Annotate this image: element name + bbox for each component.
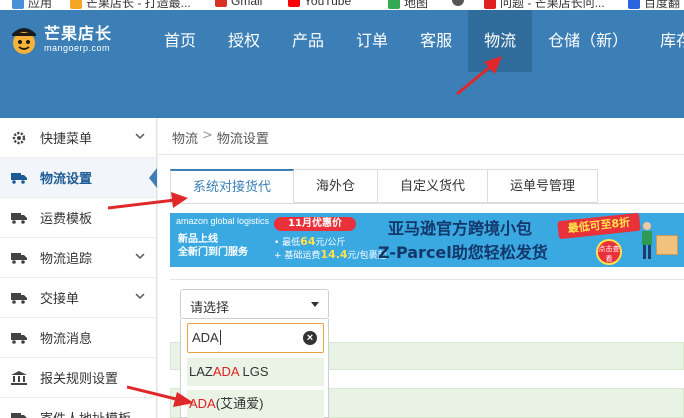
banner-promo-tag: 11月优惠价: [274, 217, 356, 231]
sidebar-item-shipping-template[interactable]: 运费模板: [0, 198, 156, 238]
sidebar-item-label: 报关规则设置: [40, 372, 119, 387]
bookmark-maps[interactable]: 地图: [388, 0, 428, 10]
sidebar-item-logistics-messages[interactable]: 物流消息: [0, 318, 156, 358]
tab-overseas-warehouse[interactable]: 海外仓: [294, 169, 379, 203]
text-cursor: [219, 330, 221, 345]
clear-icon[interactable]: ×: [303, 331, 317, 345]
nav-logistics[interactable]: 物流: [468, 10, 533, 72]
courier-illustration: [640, 221, 654, 261]
tab-system-forwarder[interactable]: 系统对接货代: [170, 169, 295, 203]
truck-icon: [10, 331, 28, 345]
divider: [170, 203, 684, 204]
mango-mascot-icon: [8, 22, 40, 56]
select-placeholder: 请选择: [190, 301, 230, 316]
github-icon: [452, 0, 464, 6]
sidebar-item-label: 交接单: [40, 292, 80, 307]
nav-authorization[interactable]: 授权: [212, 10, 276, 72]
tab-bar: 系统对接货代 海外仓 自定义货代 运单号管理: [170, 169, 599, 203]
dropdown-option-ada[interactable]: ADA(艾通爱): [187, 390, 324, 418]
sidebar-item-handover-sheet[interactable]: 交接单: [0, 278, 156, 318]
nav-customer-service[interactable]: 客服: [404, 10, 468, 72]
sidebar-item-shortcut-menu[interactable]: 快捷菜单: [0, 118, 156, 158]
gmail-icon: [215, 0, 227, 7]
mango-icon: [70, 0, 82, 9]
truck-icon: [10, 251, 28, 265]
sidebar-item-label: 快捷菜单: [40, 132, 93, 147]
nav-warehouse-new[interactable]: 仓储（新）: [532, 10, 644, 72]
apps-icon: [12, 0, 24, 9]
dropdown-search-input[interactable]: ADA ×: [187, 323, 324, 353]
bank-icon: [10, 370, 28, 385]
bookmark-github[interactable]: [452, 0, 464, 6]
bookmark-mango-qa[interactable]: 问题 - 芒果店长问...: [484, 0, 605, 10]
nav-home[interactable]: 首页: [148, 10, 212, 72]
banner-price1: • 最低64元/公斤: [274, 235, 346, 248]
truck-icon: [10, 211, 28, 225]
breadcrumb: 物流 > 物流设置: [172, 128, 269, 147]
brand-logo[interactable]: 芒果店长 mangoerp.com: [8, 22, 112, 56]
nav-inventory[interactable]: 库存: [644, 10, 684, 72]
bookmark-baidu-translate[interactable]: 百度翻: [628, 0, 680, 10]
brand-domain: mangoerp.com: [44, 43, 111, 53]
banner-title2: Z-Parcel助您轻松发货: [378, 243, 548, 262]
bookmark-mango[interactable]: 芒果店长 - 打造最...: [70, 0, 191, 10]
tab-custom-forwarder[interactable]: 自定义货代: [378, 169, 489, 203]
sidebar: 快捷菜单 物流设置 运费模板 物流追踪 交接单 物流消息 报关规则设置 寄件人地…: [0, 118, 157, 418]
truck-icon: [10, 291, 28, 305]
nav-products[interactable]: 产品: [276, 10, 340, 72]
main-content: 物流 > 物流设置 系统对接货代 海外仓 自定义货代 运单号管理 amazon …: [158, 118, 684, 418]
banner-discount-badge: 最低可至8折: [557, 213, 641, 240]
breadcrumb-current: 物流设置: [216, 132, 269, 147]
banner-view-button[interactable]: 点击查看: [596, 239, 622, 265]
sidebar-item-label: 寄件人地址模板: [40, 408, 131, 418]
main-nav: 首页 授权 产品 订单 客服 物流 仓储（新） 库存: [148, 10, 684, 72]
bookmarks-bar: 应用 芒果店长 - 打造最... Gmail YouTube 地图 问题 - 芒…: [0, 0, 684, 10]
sidebar-item-sender-address-template[interactable]: 寄件人地址模板: [0, 398, 156, 418]
banner-price2: + 基础运费14.4元/包裹起: [274, 248, 387, 261]
truck-icon: [10, 411, 28, 418]
forwarder-select[interactable]: 请选择: [180, 289, 329, 319]
truck-icon: [10, 171, 28, 185]
sidebar-item-logistics-settings[interactable]: 物流设置: [0, 158, 157, 198]
chevron-down-icon: [134, 250, 146, 266]
bookmark-apps[interactable]: 应用: [12, 0, 52, 10]
chevron-down-icon: [134, 290, 146, 306]
sidebar-item-label: 物流消息: [40, 332, 93, 347]
gear-icon: [10, 131, 28, 145]
breadcrumb-separator: >: [202, 128, 213, 143]
bookmark-gmail[interactable]: Gmail: [215, 0, 262, 8]
sidebar-item-customs-rules[interactable]: 报关规则设置: [0, 358, 156, 398]
nav-orders[interactable]: 订单: [340, 10, 404, 72]
sidebar-item-label: 运费模板: [40, 212, 93, 227]
baidu-translate-icon: [628, 0, 640, 9]
tab-tracking-number-management[interactable]: 运单号管理: [488, 169, 599, 203]
banner-title1: 亚马逊官方跨境小包: [388, 219, 533, 238]
divider: [170, 279, 684, 280]
promo-banner[interactable]: amazon global logistics 新品上线 全新门到门服务 11月…: [170, 213, 684, 267]
brand-name: 芒果店长: [44, 24, 113, 43]
parcel-illustration: [656, 235, 678, 255]
chevron-down-icon: [134, 130, 146, 146]
sidebar-item-label: 物流追踪: [40, 252, 93, 267]
bookmark-youtube[interactable]: YouTube: [288, 0, 351, 8]
caret-down-icon: [311, 302, 319, 307]
maps-icon: [388, 0, 400, 9]
top-header: 芒果店长 mangoerp.com 首页 授权 产品 订单 客服 物流 仓储（新…: [0, 10, 684, 118]
youtube-icon: [288, 0, 300, 7]
banner-brand-line: amazon global logistics: [176, 216, 270, 226]
sidebar-item-logistics-tracking[interactable]: 物流追踪: [0, 238, 156, 278]
breadcrumb-root[interactable]: 物流: [172, 128, 198, 147]
mango-qa-icon: [484, 0, 496, 9]
divider: [158, 154, 684, 155]
forwarder-dropdown: ADA × LAZADA LGS ADA(艾通爱): [180, 319, 329, 418]
dropdown-option-lazada-lgs[interactable]: LAZADA LGS: [187, 358, 324, 386]
sidebar-item-label: 物流设置: [40, 172, 93, 187]
banner-line2: 全新门到门服务: [178, 247, 248, 258]
